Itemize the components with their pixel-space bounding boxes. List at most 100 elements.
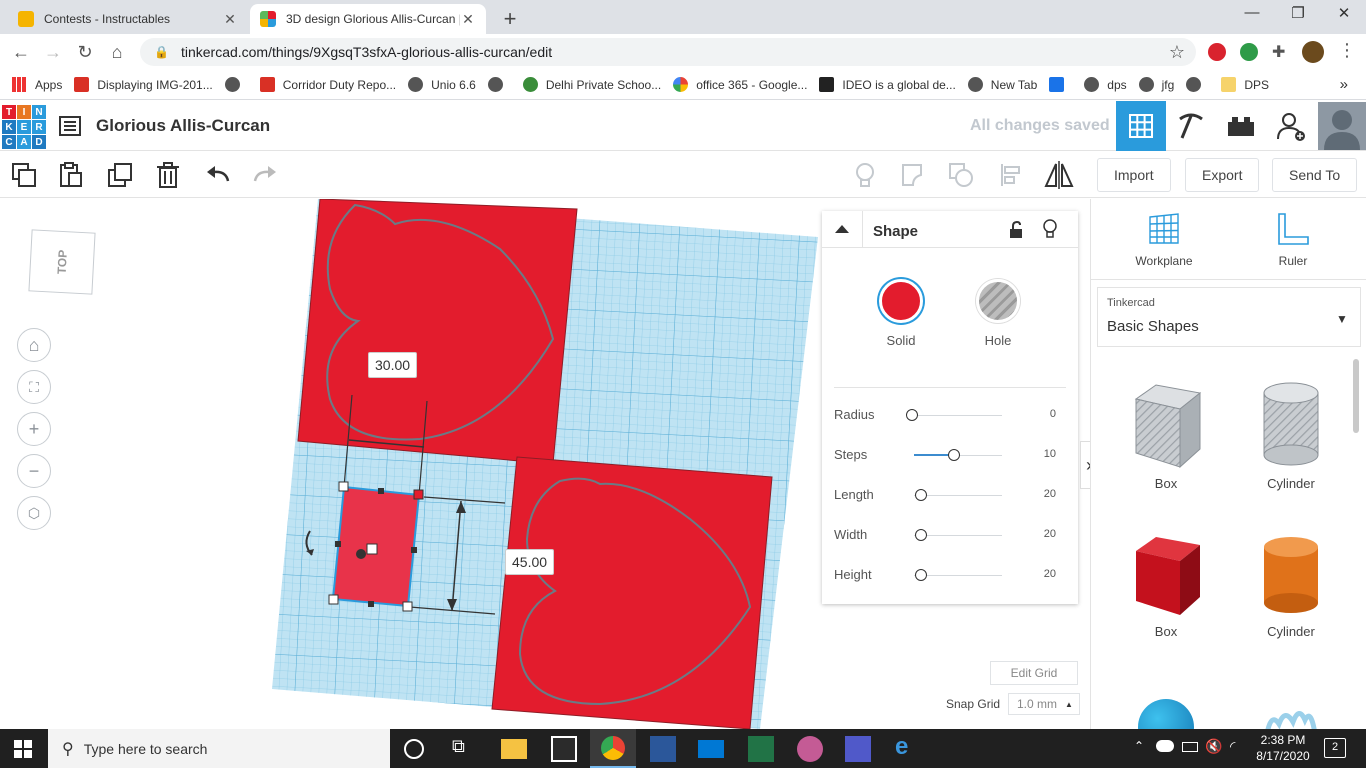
side-handle[interactable] <box>368 601 374 607</box>
slider-knob[interactable] <box>906 409 918 421</box>
chrome-taskbar-button[interactable] <box>590 729 636 768</box>
align-button[interactable] <box>996 160 1026 190</box>
url-field[interactable]: 🔒 tinkercad.com/things/9XgsqT3sfxA-glori… <box>140 38 1196 66</box>
profile-avatar[interactable] <box>1302 41 1324 63</box>
param-steps[interactable]: Steps 10 <box>834 445 1056 465</box>
view-cube[interactable]: TOP <box>28 229 96 295</box>
export-button[interactable]: Export <box>1185 158 1260 192</box>
undo-button[interactable] <box>203 160 233 190</box>
height-handle[interactable] <box>366 543 378 555</box>
menu-icon[interactable]: ⋮ <box>1338 40 1356 61</box>
3d-view-button[interactable] <box>1116 101 1166 151</box>
bricks-button[interactable] <box>1216 101 1266 151</box>
fit-view-button[interactable]: ⛶ <box>17 370 51 404</box>
side-handle[interactable] <box>378 488 384 494</box>
new-tab-button[interactable]: + <box>500 6 520 32</box>
more-bookmarks-icon[interactable]: » <box>1340 76 1348 93</box>
side-handle[interactable] <box>411 547 417 553</box>
slider-track[interactable] <box>914 535 1002 536</box>
perspective-button[interactable]: ⬡ <box>17 496 51 530</box>
heart-plate-upper[interactable] <box>297 199 578 465</box>
close-window-button[interactable]: ✕ <box>1324 4 1364 22</box>
copy-button[interactable] <box>9 160 39 190</box>
ruler-tool[interactable]: Ruler <box>1251 211 1335 268</box>
close-tab-icon[interactable]: ✕ <box>222 11 238 28</box>
bookmark-item[interactable]: dps <box>1084 77 1127 92</box>
slider-track[interactable] <box>914 415 1002 416</box>
bookmark-item[interactable]: IDEO is a global de... <box>819 77 956 92</box>
resize-handle[interactable] <box>328 594 339 605</box>
user-avatar[interactable] <box>1318 102 1366 150</box>
shape-tile-box[interactable]: Box <box>1121 533 1211 639</box>
width-dimension-field[interactable]: 30.00 <box>368 352 418 378</box>
cortana-icon[interactable] <box>404 739 424 759</box>
hole-swatch[interactable] <box>976 279 1020 323</box>
tab-tinkercad[interactable]: 3D design Glorious Allis-Curcan | ✕ <box>250 4 486 34</box>
duplicate-button[interactable] <box>105 160 135 190</box>
collapse-inspector-button[interactable] <box>834 221 850 237</box>
close-tab-icon[interactable]: ✕ <box>460 11 476 28</box>
edge-icon[interactable]: e <box>895 733 921 760</box>
mail-icon[interactable] <box>698 740 724 758</box>
bookmark-item[interactable] <box>224 77 248 92</box>
paint-icon[interactable] <box>797 736 823 762</box>
shape-library-select[interactable]: Tinkercad Basic Shapes ▼ <box>1097 287 1361 347</box>
clock[interactable]: 2:38 PM 8/17/2020 <box>1256 732 1310 764</box>
send-to-button[interactable]: Send To <box>1272 158 1358 192</box>
param-radius[interactable]: Radius 0 <box>834 405 1056 425</box>
design-list-icon[interactable] <box>58 114 82 138</box>
word-icon[interactable] <box>650 736 676 762</box>
design-canvas[interactable]: 30.00 45.00 TOP ⌂ ⛶ + − ⬡ Shape Solid Ho… <box>0 199 1090 729</box>
start-button[interactable] <box>14 740 32 758</box>
resize-handle-active[interactable] <box>413 489 424 500</box>
bookmark-item[interactable]: New Tab <box>967 77 1037 92</box>
excel-icon[interactable] <box>748 736 774 762</box>
zoom-out-button[interactable]: − <box>17 454 51 488</box>
tab-contests[interactable]: Contests - Instructables ✕ <box>8 4 248 34</box>
slider-knob[interactable] <box>915 529 927 541</box>
bookmark-item[interactable] <box>1049 77 1072 92</box>
teams-icon[interactable] <box>845 736 871 762</box>
slider-track[interactable] <box>914 495 1002 496</box>
bookmark-item[interactable]: Displaying IMG-201... <box>74 77 213 92</box>
slider-knob[interactable] <box>915 569 927 581</box>
extension-icon[interactable] <box>1208 43 1226 61</box>
extension-icon[interactable] <box>1240 43 1258 61</box>
file-explorer-icon[interactable] <box>501 739 527 759</box>
center-handle[interactable] <box>356 549 366 559</box>
minimize-button[interactable]: — <box>1232 4 1272 21</box>
hide-shape-button[interactable] <box>1042 219 1058 239</box>
bookmark-item[interactable] <box>487 77 511 92</box>
invite-user-button[interactable] <box>1266 101 1316 151</box>
param-height[interactable]: Height 20 <box>834 565 1056 585</box>
tray-chevron-icon[interactable]: ⌃ <box>1134 739 1144 753</box>
home-button[interactable]: ⌂ <box>106 41 128 63</box>
show-all-button[interactable] <box>850 160 880 190</box>
bookmark-item[interactable]: Unio 6.6 <box>408 77 476 92</box>
wifi-icon[interactable]: ◜ <box>1230 738 1235 755</box>
home-view-button[interactable]: ⌂ <box>17 328 51 362</box>
resize-handle[interactable] <box>402 601 413 612</box>
task-view-icon[interactable]: ⧉ <box>452 736 478 762</box>
forward-button[interactable]: → <box>42 41 64 63</box>
shape-tile-cylinder-hole[interactable]: Cylinder <box>1246 379 1336 491</box>
reload-button[interactable]: ↻ <box>74 41 96 63</box>
heart-plate-lower[interactable] <box>491 456 773 729</box>
bookmark-item[interactable]: jfg <box>1138 77 1174 92</box>
snap-grid-select[interactable]: 1.0 mm ▲ <box>1008 693 1080 715</box>
ungroup-button[interactable] <box>946 160 976 190</box>
puzzle-icon[interactable]: ✚ <box>1272 42 1285 62</box>
param-value[interactable]: 20 <box>1044 488 1056 500</box>
store-icon[interactable] <box>551 736 577 762</box>
param-length[interactable]: Length 20 <box>834 485 1056 505</box>
paste-button[interactable] <box>56 160 86 190</box>
bookmark-item[interactable]: Corridor Duty Repo... <box>259 77 396 92</box>
scrollbar-thumb[interactable] <box>1353 359 1359 433</box>
back-button[interactable]: ← <box>10 41 32 63</box>
redo-button[interactable] <box>250 160 280 190</box>
edit-grid-button[interactable]: Edit Grid <box>990 661 1078 685</box>
param-value[interactable]: 0 <box>1050 408 1056 420</box>
shape-tile-box-hole[interactable]: Box <box>1121 379 1211 491</box>
tinkercad-logo[interactable]: T I N K E R C A D <box>2 105 46 149</box>
onedrive-icon[interactable] <box>1156 740 1174 752</box>
